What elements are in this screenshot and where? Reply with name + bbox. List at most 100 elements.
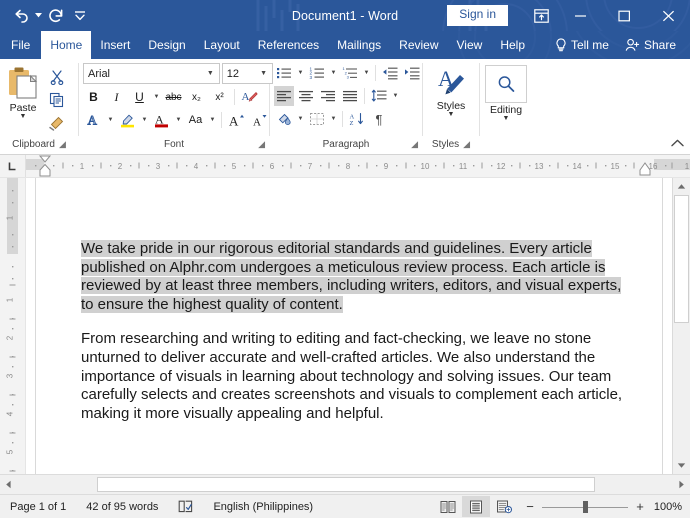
- undo-dropdown-arrow[interactable]: [34, 4, 43, 28]
- zoom-control[interactable]: − + 100%: [518, 500, 682, 513]
- document-canvas[interactable]: We take pride in our rigorous editorial …: [26, 178, 672, 474]
- tab-stop-selector[interactable]: [0, 155, 26, 177]
- shading-dropdown-arrow[interactable]: ▼: [296, 116, 305, 122]
- read-mode-button[interactable]: [434, 496, 462, 517]
- grow-font-button[interactable]: A: [226, 110, 247, 130]
- vertical-scroll-track[interactable]: [673, 195, 690, 457]
- line-spacing-button[interactable]: [369, 86, 389, 106]
- line-spacing-dropdown-arrow[interactable]: ▼: [391, 93, 400, 99]
- proofing-status[interactable]: [168, 500, 203, 513]
- decrease-indent-button[interactable]: [380, 63, 400, 83]
- tab-layout[interactable]: Layout: [195, 31, 249, 59]
- minimize-button[interactable]: [558, 0, 602, 31]
- font-dialog-launcher[interactable]: ◢: [258, 140, 265, 149]
- tab-home[interactable]: Home: [41, 31, 92, 59]
- paragraph-2[interactable]: From researching and writing to editing …: [81, 330, 635, 423]
- close-button[interactable]: [646, 0, 690, 31]
- tab-review[interactable]: Review: [390, 31, 447, 59]
- underline-dropdown-arrow[interactable]: ▼: [152, 94, 161, 100]
- scroll-down-button[interactable]: [673, 457, 690, 474]
- zoom-out-button[interactable]: −: [524, 500, 536, 513]
- strikethrough-button[interactable]: abc: [163, 87, 184, 107]
- clipboard-dialog-launcher[interactable]: ◢: [59, 140, 66, 149]
- chevron-down-icon[interactable]: ▼: [204, 70, 217, 77]
- ribbon-display-options-icon[interactable]: [524, 0, 558, 31]
- scroll-up-button[interactable]: [673, 178, 690, 195]
- borders-dropdown-arrow[interactable]: ▼: [329, 116, 338, 122]
- styles-dialog-launcher[interactable]: ◢: [463, 140, 470, 149]
- scroll-left-button[interactable]: [0, 476, 17, 493]
- customize-quick-access-toolbar-button[interactable]: [69, 4, 91, 28]
- tab-help[interactable]: Help: [491, 31, 534, 59]
- multilevel-dropdown-arrow[interactable]: ▼: [362, 70, 371, 76]
- zoom-slider[interactable]: [542, 500, 628, 513]
- italic-button[interactable]: I: [106, 87, 127, 107]
- text-highlight-color-button[interactable]: [117, 110, 138, 130]
- tab-view[interactable]: View: [448, 31, 492, 59]
- shading-button[interactable]: [274, 109, 294, 129]
- change-case-dropdown-arrow[interactable]: ▼: [208, 117, 217, 123]
- underline-button[interactable]: U: [129, 87, 150, 107]
- left-indent-markers[interactable]: [38, 155, 54, 177]
- font-color-dropdown-arrow[interactable]: ▼: [174, 117, 183, 123]
- bullet-list-button[interactable]: [274, 63, 294, 83]
- zoom-in-button[interactable]: +: [634, 500, 646, 513]
- clear-formatting-button[interactable]: A: [239, 87, 260, 107]
- copy-button[interactable]: [46, 89, 68, 110]
- increase-indent-button[interactable]: [402, 63, 422, 83]
- paste-button[interactable]: Paste ▼: [0, 63, 46, 121]
- superscript-button[interactable]: x²: [209, 87, 230, 107]
- print-layout-button[interactable]: [462, 496, 490, 517]
- tab-insert[interactable]: Insert: [91, 31, 139, 59]
- tab-design[interactable]: Design: [139, 31, 194, 59]
- ruler-track[interactable]: 123 456 789 10 11 12 13 14 15 16 1: [26, 155, 690, 177]
- document-page[interactable]: We take pride in our rigorous editorial …: [35, 178, 663, 474]
- bold-button[interactable]: B: [83, 87, 104, 107]
- font-color-button[interactable]: A: [151, 110, 172, 130]
- share-button[interactable]: Share: [619, 38, 682, 52]
- bullets-dropdown-arrow[interactable]: ▼: [296, 70, 305, 76]
- page-status[interactable]: Page 1 of 1: [0, 501, 76, 513]
- justify-button[interactable]: [340, 86, 360, 106]
- vertical-ruler[interactable]: 1 1 2 3 4 5 6: [0, 178, 26, 474]
- editing-dropdown-arrow[interactable]: ▼: [503, 115, 510, 123]
- tab-references[interactable]: References: [249, 31, 328, 59]
- undo-button[interactable]: [8, 4, 34, 28]
- tab-mailings[interactable]: Mailings: [328, 31, 390, 59]
- word-count[interactable]: 42 of 95 words: [76, 501, 168, 513]
- align-right-button[interactable]: [318, 86, 338, 106]
- font-name-combobox[interactable]: Arial ▼: [83, 63, 220, 84]
- quick-access-toolbar[interactable]: [0, 4, 91, 28]
- align-center-button[interactable]: [296, 86, 316, 106]
- vertical-scrollbar[interactable]: [672, 178, 690, 474]
- change-case-button[interactable]: Aa: [185, 110, 206, 130]
- web-layout-button[interactable]: [490, 496, 518, 517]
- language-status[interactable]: English (Philippines): [203, 501, 323, 513]
- shrink-font-button[interactable]: A: [249, 110, 270, 130]
- horizontal-scrollbar[interactable]: [0, 474, 690, 494]
- paste-dropdown-arrow[interactable]: ▼: [20, 113, 27, 121]
- paragraph-1[interactable]: We take pride in our rigorous editorial …: [81, 240, 635, 314]
- horizontal-scroll-track[interactable]: [17, 476, 673, 493]
- font-size-combobox[interactable]: 12 ▼: [221, 63, 273, 84]
- styles-dropdown-arrow[interactable]: ▼: [448, 111, 455, 119]
- text-effects-dropdown-arrow[interactable]: ▼: [106, 117, 115, 123]
- cut-button[interactable]: [46, 66, 68, 87]
- maximize-button[interactable]: [602, 0, 646, 31]
- scroll-right-button[interactable]: [673, 476, 690, 493]
- paragraph-dialog-launcher[interactable]: ◢: [411, 140, 418, 149]
- subscript-button[interactable]: x₂: [186, 87, 207, 107]
- sort-button[interactable]: AZ: [347, 109, 367, 129]
- redo-button[interactable]: [43, 4, 69, 28]
- editing-button[interactable]: Editing ▼: [480, 63, 532, 123]
- styles-button[interactable]: A Styles ▼: [425, 63, 477, 119]
- format-painter-button[interactable]: [46, 112, 68, 133]
- horizontal-ruler[interactable]: 123 456 789 10 11 12 13 14 15 16 1: [0, 155, 690, 178]
- zoom-slider-thumb[interactable]: [583, 500, 588, 513]
- right-indent-marker[interactable]: [638, 155, 654, 177]
- horizontal-scroll-thumb[interactable]: [97, 477, 595, 492]
- tell-me-button[interactable]: Tell me: [549, 38, 615, 52]
- align-left-button[interactable]: [274, 86, 294, 106]
- borders-button[interactable]: [307, 109, 327, 129]
- numbering-dropdown-arrow[interactable]: ▼: [329, 70, 338, 76]
